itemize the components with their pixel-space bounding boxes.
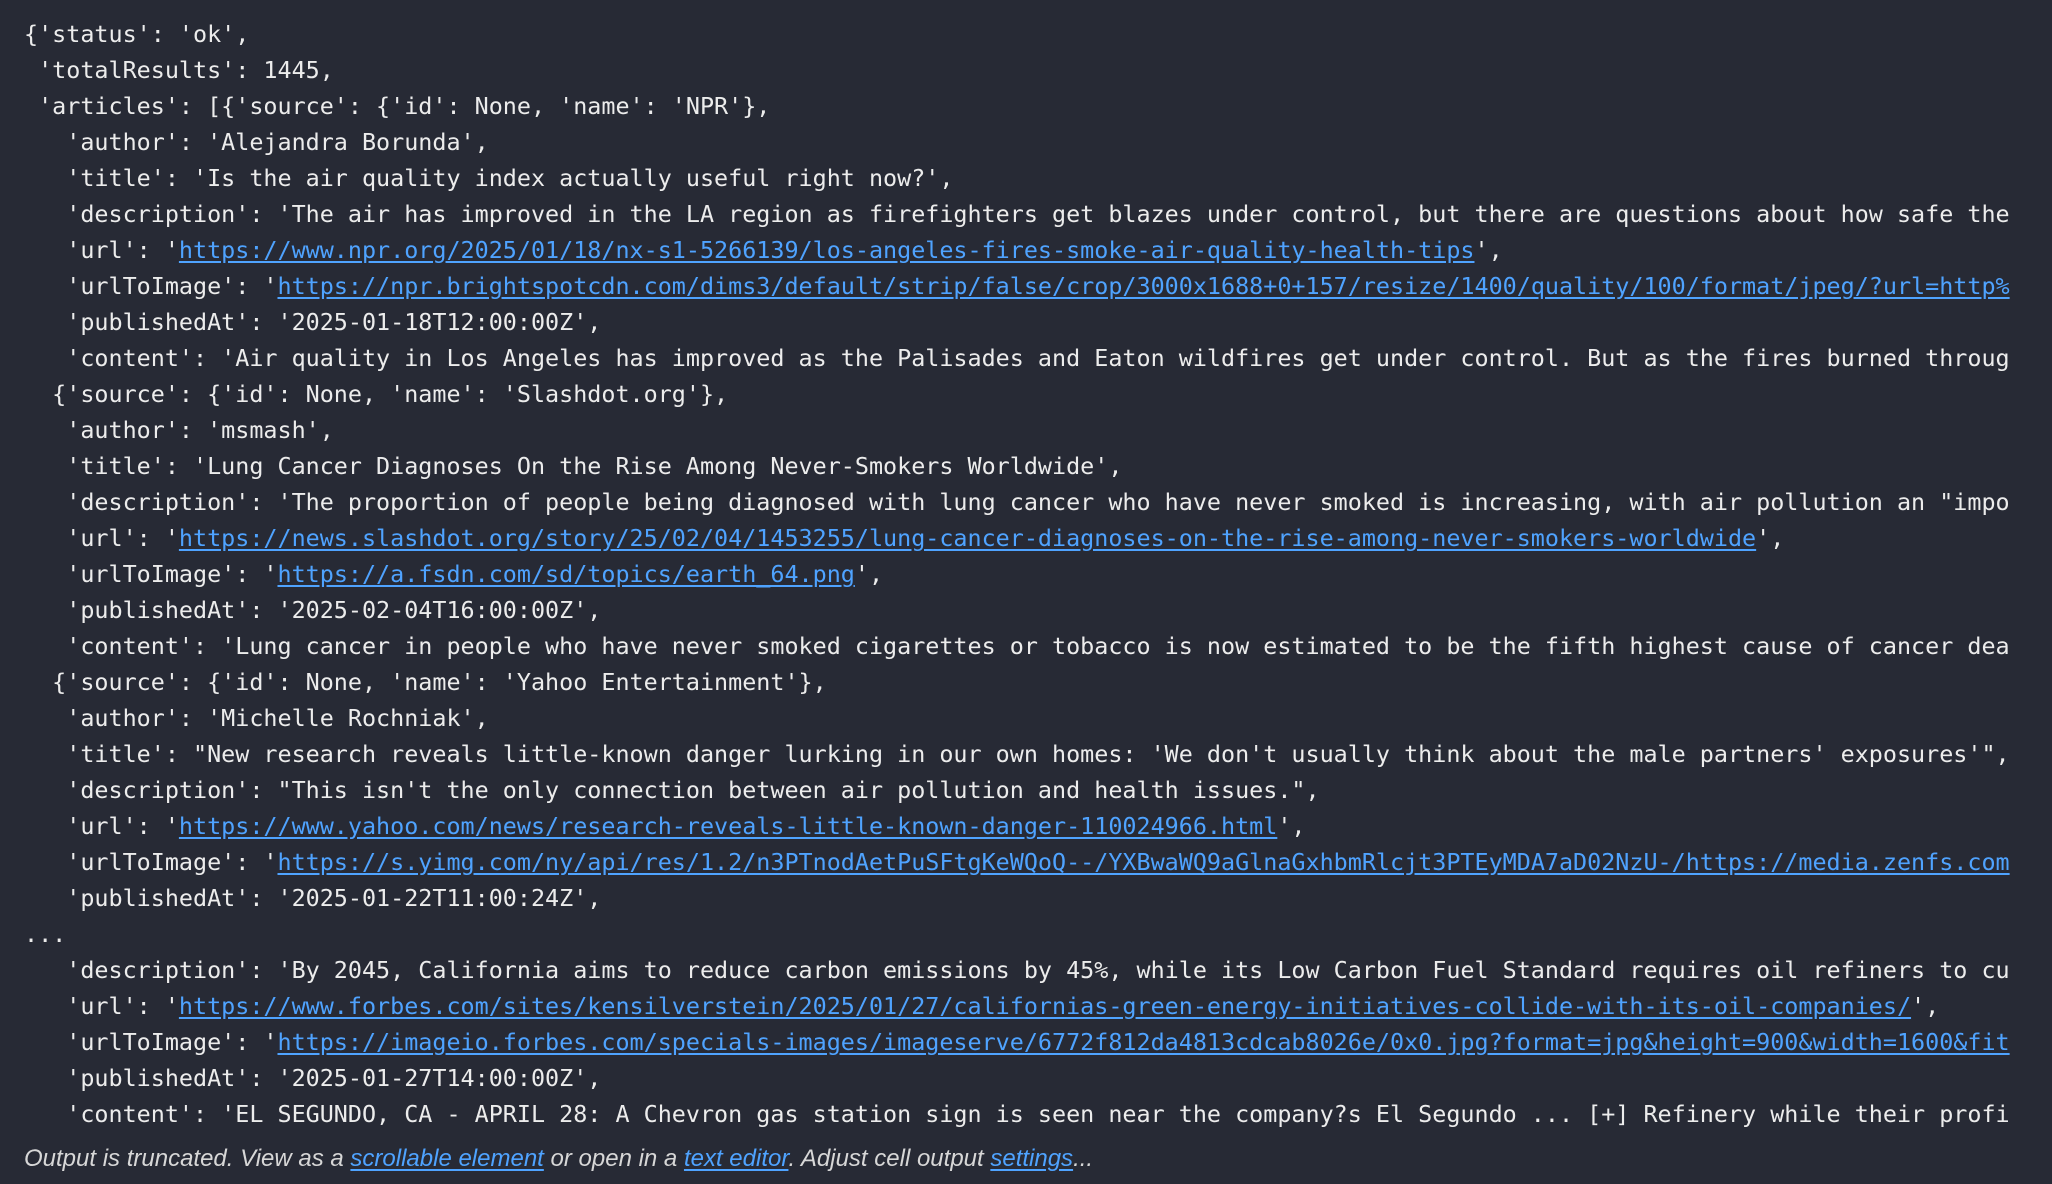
output-line: 'url': 'https://www.forbes.com/sites/ken… xyxy=(24,988,2010,1024)
output-line-prefix: 'url': ' xyxy=(24,524,179,552)
output-url-link[interactable]: https://news.slashdot.org/story/25/02/04… xyxy=(179,524,1756,552)
output-line-prefix: 'url': ' xyxy=(24,992,179,1020)
output-line: 'urlToImage': 'https://s.yimg.com/ny/api… xyxy=(24,844,2009,880)
output-line: 'content': 'EL SEGUNDO, CA - APRIL 28: A… xyxy=(24,1100,2010,1128)
output-line: 'author': 'Michelle Rochniak', xyxy=(24,704,489,732)
output-url-link[interactable]: https://a.fsdn.com/sd/topics/earth_64.pn… xyxy=(277,560,854,588)
output-line: 'title': 'Lung Cancer Diagnoses On the R… xyxy=(24,452,1123,480)
output-line: {'status': 'ok', xyxy=(24,20,250,48)
output-line: 'publishedAt': '2025-01-22T11:00:24Z', xyxy=(24,884,602,912)
output-url-link[interactable]: https://npr.brightspotcdn.com/dims3/defa… xyxy=(277,272,2009,300)
output-line: ... xyxy=(24,920,67,948)
output-url-link[interactable]: https://imageio.forbes.com/specials-imag… xyxy=(277,1028,2009,1056)
truncation-text-part-1: Output is truncated. View as a xyxy=(24,1145,351,1172)
output-line: 'articles': [{'source': {'id': None, 'na… xyxy=(24,92,771,120)
output-truncated-message: Output is truncated. View as a scrollabl… xyxy=(24,1141,1093,1177)
printed-json-output: {'status': 'ok', 'totalResults': 1445, '… xyxy=(24,16,2010,1132)
output-line-suffix: ', xyxy=(1911,992,1940,1020)
text-editor-link[interactable]: text editor xyxy=(684,1145,789,1172)
output-line: 'description': 'By 2045, California aims… xyxy=(24,956,2010,984)
truncation-text-part-4: ... xyxy=(1073,1145,1094,1172)
output-line-suffix: ', xyxy=(1277,812,1306,840)
truncation-text-part-2: or open in a xyxy=(543,1145,684,1172)
output-line: 'publishedAt': '2025-02-04T16:00:00Z', xyxy=(24,596,602,624)
output-line-prefix: 'urlToImage': ' xyxy=(24,560,278,588)
output-settings-link[interactable]: settings xyxy=(990,1145,1073,1172)
output-line-suffix: ', xyxy=(1756,524,1785,552)
output-line: 'author': 'Alejandra Borunda', xyxy=(24,128,489,156)
output-line-prefix: 'urlToImage': ' xyxy=(24,272,278,300)
output-line-suffix: ', xyxy=(1474,236,1503,264)
output-line-prefix: 'url': ' xyxy=(24,812,179,840)
output-line: 'totalResults': 1445, xyxy=(24,56,334,84)
output-line: 'url': 'https://www.npr.org/2025/01/18/n… xyxy=(24,232,2010,268)
output-line: 'url': 'https://news.slashdot.org/story/… xyxy=(24,520,2010,556)
output-line: 'description': "This isn't the only conn… xyxy=(24,776,1320,804)
output-line: 'description': 'The air has improved in … xyxy=(24,200,2010,228)
notebook-output-cell: {'status': 'ok', 'totalResults': 1445, '… xyxy=(0,0,2052,1184)
output-line: 'publishedAt': '2025-01-27T14:00:00Z', xyxy=(24,1064,602,1092)
output-line: {'source': {'id': None, 'name': 'Yahoo E… xyxy=(24,668,827,696)
output-line: 'urlToImage': 'https://npr.brightspotcdn… xyxy=(24,268,2009,304)
output-line: 'urlToImage': 'https://a.fsdn.com/sd/top… xyxy=(24,556,2010,592)
output-line: 'description': 'The proportion of people… xyxy=(24,488,2010,516)
output-line: 'content': 'Air quality in Los Angeles h… xyxy=(24,344,2010,372)
output-line-prefix: 'urlToImage': ' xyxy=(24,848,278,876)
output-url-link[interactable]: https://www.forbes.com/sites/kensilverst… xyxy=(179,992,1911,1020)
output-line: 'content': 'Lung cancer in people who ha… xyxy=(24,632,2010,660)
output-url-link[interactable]: https://s.yimg.com/ny/api/res/1.2/n3PTno… xyxy=(277,848,2009,876)
output-line-prefix: 'urlToImage': ' xyxy=(24,1028,278,1056)
output-line: 'title': "New research reveals little-kn… xyxy=(24,740,2010,768)
output-url-link[interactable]: https://www.npr.org/2025/01/18/nx-s1-526… xyxy=(179,236,1475,264)
output-url-link[interactable]: https://www.yahoo.com/news/research-reve… xyxy=(179,812,1277,840)
output-line: 'urlToImage': 'https://imageio.forbes.co… xyxy=(24,1024,2009,1060)
output-line: 'author': 'msmash', xyxy=(24,416,334,444)
output-line: 'title': 'Is the air quality index actua… xyxy=(24,164,954,192)
truncation-text-part-3: . Adjust cell output xyxy=(788,1145,991,1172)
output-line: {'source': {'id': None, 'name': 'Slashdo… xyxy=(24,380,729,408)
scrollable-element-link[interactable]: scrollable element xyxy=(350,1145,543,1172)
output-line-prefix: 'url': ' xyxy=(24,236,179,264)
output-line-suffix: ', xyxy=(854,560,884,588)
output-line: 'url': 'https://www.yahoo.com/news/resea… xyxy=(24,808,2010,844)
output-line: 'publishedAt': '2025-01-18T12:00:00Z', xyxy=(24,308,602,336)
